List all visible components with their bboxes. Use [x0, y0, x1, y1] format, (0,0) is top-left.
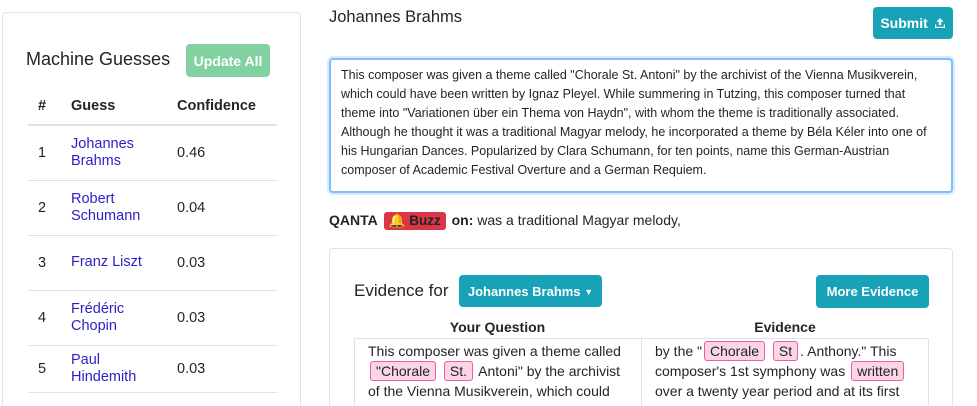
buzz-on-label: on:: [451, 212, 474, 228]
guess-line: Robert: [71, 190, 115, 207]
evidence-snippet: by the " Chorale St. Anthony." This compo…: [641, 338, 929, 406]
evidence-card: Evidence for Johannes Brahms ▼ More Evid…: [329, 248, 953, 406]
guess-line: Paul: [71, 351, 101, 368]
snippet-text: This composer was given a theme called: [368, 343, 621, 359]
guesses-table: # Guess Confidence 1 Johannes Brahms 0.46…: [28, 88, 277, 393]
bell-icon: 🔔: [388, 213, 406, 228]
guess-link[interactable]: Frédéric Chopin: [71, 301, 177, 335]
column-header-confidence: Confidence: [177, 88, 277, 126]
dropdown-value: Johannes Brahms: [467, 283, 581, 299]
confidence-value: 0.03: [177, 290, 277, 346]
snippet-text: by the ": [655, 343, 702, 359]
table-row: 5 Paul Hindemith 0.03: [28, 345, 277, 393]
row-number: 3: [28, 235, 71, 291]
confidence-value: 0.04: [177, 180, 277, 236]
caret-down-icon: ▼: [584, 286, 594, 297]
evidence-header: Evidence: [754, 319, 816, 335]
guess-link[interactable]: Franz Liszt: [71, 254, 177, 271]
your-question-header: Your Question: [449, 319, 546, 335]
confidence-value: 0.46: [177, 125, 277, 181]
row-number: 2: [28, 180, 71, 236]
buzz-phrase: was a traditional Magyar melody,: [477, 212, 681, 228]
more-evidence-button[interactable]: More Evidence: [816, 275, 929, 308]
guess-link[interactable]: Paul Hindemith: [71, 352, 177, 386]
guess-line: Johannes: [71, 135, 134, 152]
evidence-guess-dropdown[interactable]: Johannes Brahms ▼: [459, 275, 602, 307]
upload-icon: [934, 18, 945, 28]
row-number: 5: [28, 345, 71, 393]
row-number: 1: [28, 125, 71, 181]
guess-line: Franz Liszt: [71, 254, 142, 270]
buzz-label: Buzz: [409, 213, 441, 228]
guess-line: Brahms: [71, 152, 121, 169]
answer-title: Johannes Brahms: [329, 8, 462, 26]
buzz-badge: 🔔 Buzz: [383, 212, 446, 230]
guess-link[interactable]: Robert Schumann: [71, 191, 177, 225]
guess-line: Hindemith: [71, 368, 137, 385]
highlight-term: St: [772, 341, 799, 361]
table-row: 4 Frédéric Chopin 0.03: [28, 290, 277, 346]
question-snippet: This composer was given a theme called "…: [354, 338, 642, 406]
snippet-text: over a twenty year period and at its fir…: [655, 383, 900, 399]
update-all-button[interactable]: Update All: [186, 44, 270, 77]
row-number: 4: [28, 290, 71, 346]
qanta-label: QANTA: [329, 212, 378, 228]
panel-title: Machine Guesses: [26, 49, 171, 69]
evidence-label: Evidence for: [354, 281, 449, 300]
column-header-number: #: [28, 88, 71, 126]
submit-label: Submit: [880, 15, 928, 31]
guess-line: Schumann: [71, 207, 141, 224]
column-header-guess: Guess: [71, 88, 177, 126]
confidence-value: 0.03: [177, 345, 277, 393]
confidence-value: 0.03: [177, 235, 277, 291]
highlight-term: written: [851, 361, 905, 381]
question-textarea[interactable]: This composer was given a theme called "…: [329, 58, 953, 193]
guess-line: Frédéric: [71, 300, 125, 317]
submit-button[interactable]: Submit: [873, 7, 953, 39]
guess-link[interactable]: Johannes Brahms: [71, 136, 177, 170]
table-row: 3 Franz Liszt 0.03: [28, 235, 277, 291]
highlight-term: "Chorale: [370, 361, 436, 381]
table-row: 2 Robert Schumann 0.04: [28, 180, 277, 236]
guess-line: Chopin: [71, 317, 117, 334]
table-row: 1 Johannes Brahms 0.46: [28, 125, 277, 181]
table-header-row: # Guess Confidence: [28, 88, 277, 126]
highlight-term: St.: [443, 361, 474, 381]
highlight-term: Chorale: [704, 341, 766, 361]
qanta-buzz-line: QANTA 🔔 Buzz on: was a traditional Magya…: [329, 212, 681, 230]
